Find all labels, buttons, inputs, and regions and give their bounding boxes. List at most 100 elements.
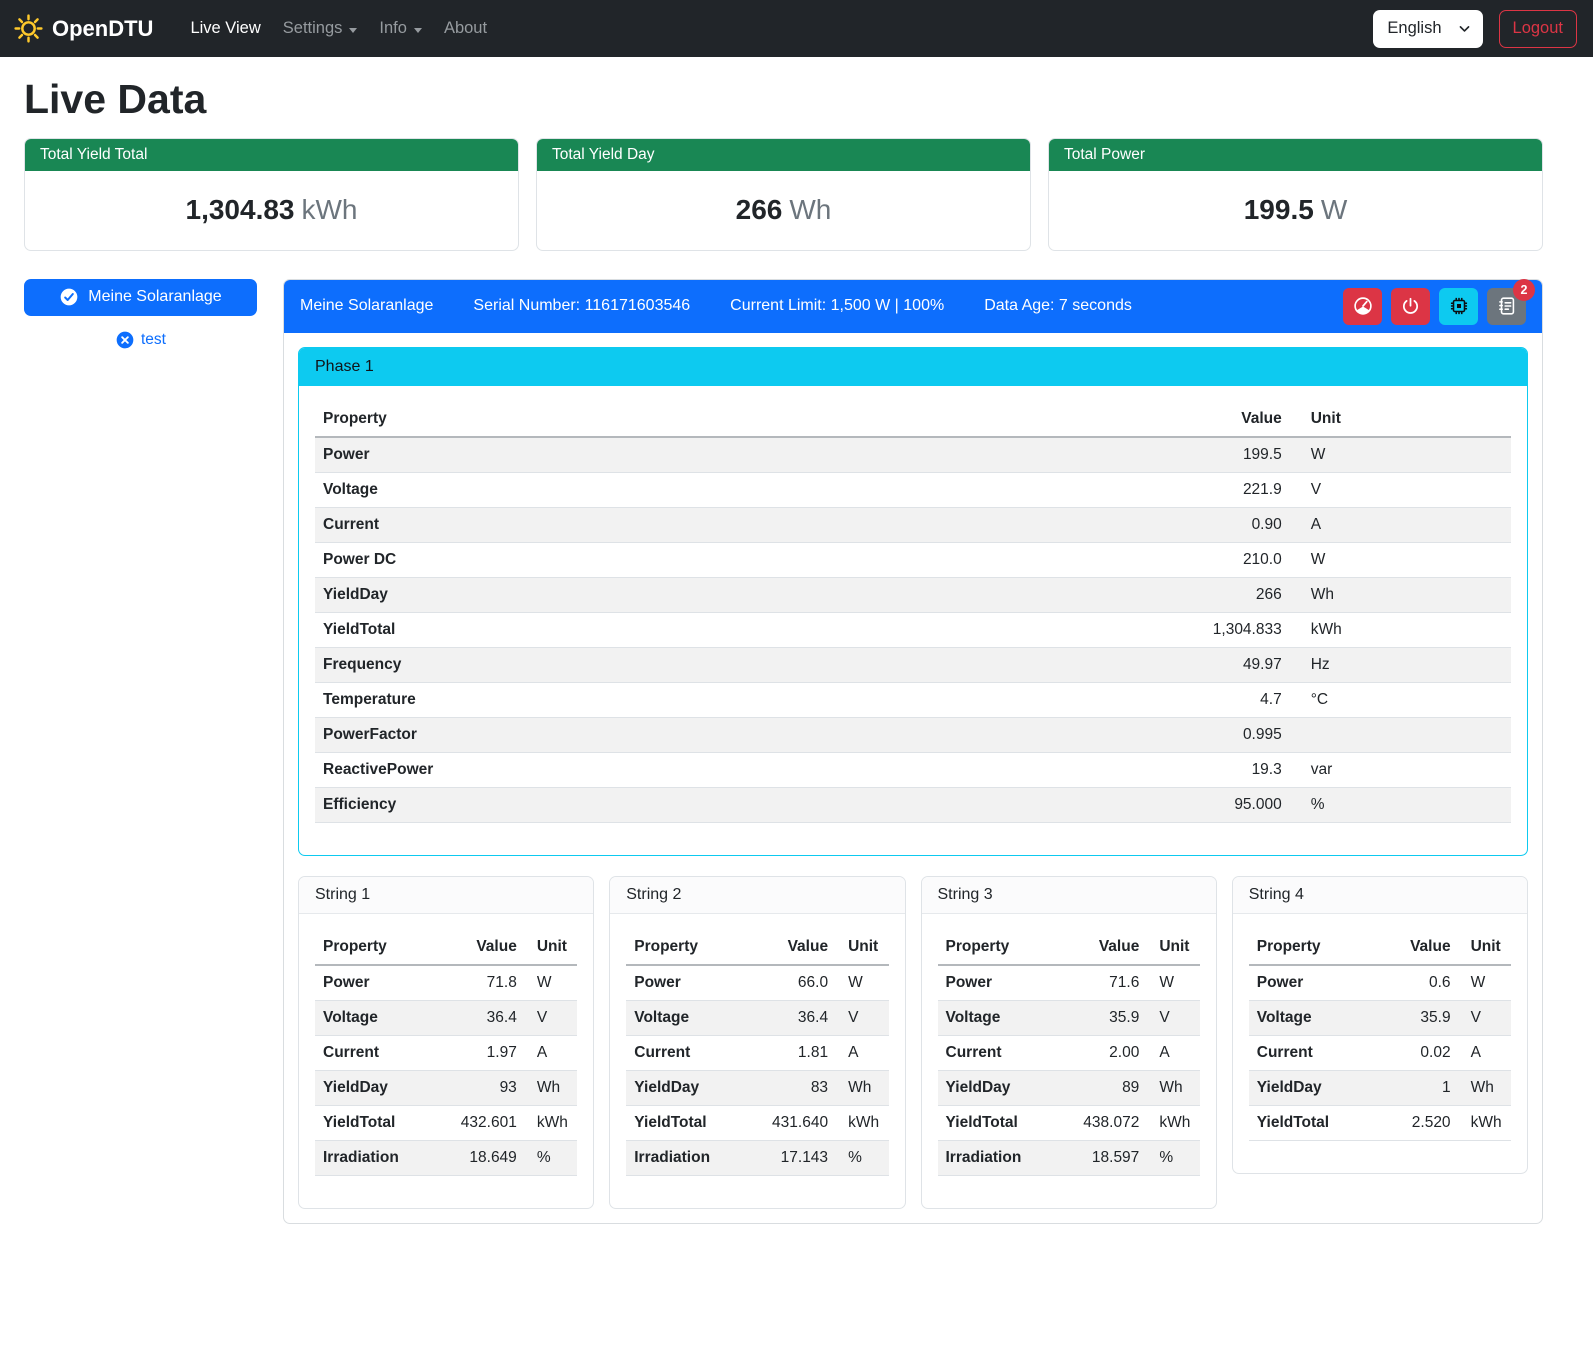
phase-table: Property Value Unit Power (315, 402, 1511, 823)
table-header-row: Property Value Unit (315, 930, 577, 965)
column-header-property: Property (1249, 930, 1375, 965)
value-cell: 95.000 (1164, 787, 1296, 822)
column-header-property: Property (626, 930, 752, 965)
value-cell: 1.81 (752, 1035, 836, 1070)
sun-icon (12, 12, 45, 45)
sidebar-inverter-button[interactable]: Meine Solaranlage (24, 279, 257, 316)
unit-cell: W (1459, 965, 1511, 1001)
unit-cell: % (1147, 1140, 1199, 1175)
table-row: YieldTotal 438.072 kWh (938, 1105, 1200, 1140)
unit-cell: W (836, 965, 888, 1001)
nav-item-live-view[interactable]: Live View (179, 11, 271, 46)
unit-cell: kWh (1459, 1105, 1511, 1140)
table-header-row: Property Value Unit (938, 930, 1200, 965)
summary-card-unit: W (1321, 194, 1347, 225)
nav-item-info[interactable]: Info (368, 11, 433, 46)
property-cell: Power (1249, 965, 1375, 1001)
data-age: Data Age: 7 seconds (984, 297, 1132, 315)
value-cell: 71.8 (441, 965, 525, 1001)
table-row: Power 71.6 W (938, 965, 1200, 1001)
unit-cell: W (1147, 965, 1199, 1001)
table-row: Efficiency 95.000 % (315, 787, 1511, 822)
property-cell: Efficiency (315, 787, 1164, 822)
value-cell: 0.02 (1375, 1035, 1459, 1070)
unit-cell: % (525, 1140, 577, 1175)
inverter-card: Meine Solaranlage Serial Number: 1161716… (283, 279, 1543, 1224)
property-cell: PowerFactor (315, 717, 1164, 752)
table-row: YieldTotal 432.601 kWh (315, 1105, 577, 1140)
value-cell: 2.00 (1063, 1035, 1147, 1070)
device-info-button[interactable] (1439, 288, 1478, 325)
column-header-property: Property (938, 930, 1064, 965)
unit-cell: W (525, 965, 577, 1001)
table-row: Irradiation 17.143 % (626, 1140, 888, 1175)
power-settings-button[interactable] (1391, 288, 1430, 325)
table-row: Voltage 35.9 V (938, 1000, 1200, 1035)
summary-card-title: Total Yield Day (537, 139, 1030, 171)
property-cell: YieldTotal (1249, 1105, 1375, 1140)
property-cell: Voltage (626, 1000, 752, 1035)
inverter-actions: 2 (1343, 288, 1526, 325)
property-cell: Irradiation (315, 1140, 441, 1175)
property-cell: Irradiation (626, 1140, 752, 1175)
column-header-property: Property (315, 930, 441, 965)
property-cell: YieldDay (315, 1070, 441, 1105)
value-cell: 19.3 (1164, 752, 1296, 787)
table-row: Power 71.8 W (315, 965, 577, 1001)
language-select[interactable]: English (1373, 10, 1482, 48)
table-row: YieldTotal 431.640 kWh (626, 1105, 888, 1140)
value-cell: 35.9 (1375, 1000, 1459, 1035)
event-log-button[interactable]: 2 (1487, 288, 1526, 325)
table-header-row: Property Value Unit (626, 930, 888, 965)
property-cell: YieldDay (626, 1070, 752, 1105)
string-card-2: String 2 Property Value Unit (609, 876, 905, 1209)
unit-cell: Wh (836, 1070, 888, 1105)
table-row: Power 66.0 W (626, 965, 888, 1001)
column-header-value: Value (752, 930, 836, 965)
unit-cell: V (836, 1000, 888, 1035)
property-cell: YieldTotal (315, 612, 1164, 647)
table-row: Irradiation 18.649 % (315, 1140, 577, 1175)
x-circle-icon (115, 330, 135, 350)
summary-cards: Total Yield Total 1,304.83kWh Total Yiel… (24, 138, 1543, 251)
summary-card-value: 266 (736, 194, 783, 225)
unit-cell: Hz (1296, 647, 1511, 682)
inverter-name: Meine Solaranlage (300, 297, 433, 315)
sidebar-inverter-test-button[interactable]: test (109, 329, 172, 351)
property-cell: Power (938, 965, 1064, 1001)
value-cell: 35.9 (1063, 1000, 1147, 1035)
journal-text-icon (1496, 295, 1518, 317)
nav-item-settings[interactable]: Settings (272, 11, 369, 46)
chevron-down-icon (1458, 22, 1471, 35)
inverter-selector: Meine Solaranlage test (24, 279, 257, 351)
unit-cell: Wh (525, 1070, 577, 1105)
unit-cell: kWh (1147, 1105, 1199, 1140)
column-header-unit: Unit (1296, 402, 1511, 437)
property-cell: Current (938, 1035, 1064, 1070)
property-cell: Voltage (938, 1000, 1064, 1035)
check-circle-icon (59, 287, 79, 307)
unit-cell: A (836, 1035, 888, 1070)
nav-item-about[interactable]: About (433, 11, 498, 46)
value-cell: 49.97 (1164, 647, 1296, 682)
unit-cell: % (836, 1140, 888, 1175)
string-table: Property Value Unit Power (315, 930, 577, 1176)
cpu-icon (1448, 295, 1470, 317)
column-header-property: Property (315, 402, 1164, 437)
unit-cell: Wh (1459, 1070, 1511, 1105)
navbar-brand[interactable]: OpenDTU (12, 12, 153, 45)
logout-button[interactable]: Logout (1499, 10, 1577, 48)
string-card-4: String 4 Property Value Unit (1232, 876, 1528, 1174)
table-row: Current 0.90 A (315, 507, 1511, 542)
limit-settings-button[interactable] (1343, 288, 1382, 325)
unit-cell: Wh (1147, 1070, 1199, 1105)
sidebar-inverter-test-label: test (141, 331, 166, 349)
summary-card-body: 1,304.83kWh (25, 171, 518, 250)
unit-cell: Wh (1296, 577, 1511, 612)
summary-card: Total Power 199.5W (1048, 138, 1543, 251)
string-title: String 3 (922, 877, 1216, 914)
table-row: Irradiation 18.597 % (938, 1140, 1200, 1175)
column-header-unit: Unit (1147, 930, 1199, 965)
property-cell: Irradiation (938, 1140, 1064, 1175)
navbar: OpenDTU Live View Settings Info About En… (0, 0, 1593, 57)
